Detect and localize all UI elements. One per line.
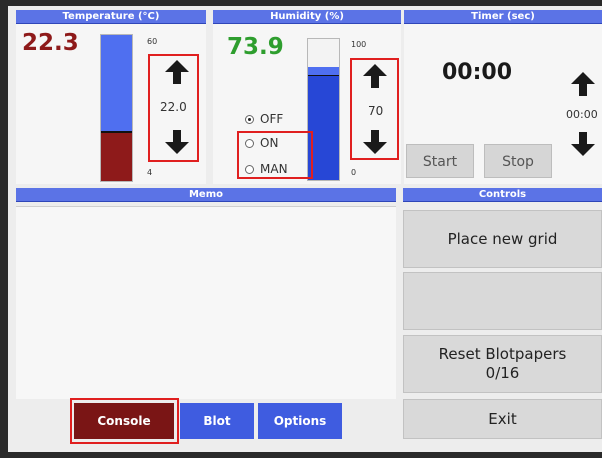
temperature-panel: 22.3 60 4 22.0 xyxy=(16,24,206,184)
timer-up-arrow-icon[interactable] xyxy=(570,70,596,98)
humidity-bar-band xyxy=(308,67,339,75)
memo-area[interactable] xyxy=(16,206,396,399)
reset-blotpapers-button[interactable]: Reset Blotpapers 0/16 xyxy=(403,335,602,393)
temperature-bar-upper xyxy=(101,35,132,132)
temperature-header: Temperature (°C) xyxy=(16,10,206,24)
place-new-grid-button[interactable]: Place new grid xyxy=(403,210,602,268)
humidity-arrows-highlight xyxy=(350,58,399,160)
humidity-mode-highlight xyxy=(237,131,313,179)
blank-control-button[interactable] xyxy=(403,272,602,330)
timer-header: Timer (sec) xyxy=(404,10,602,24)
humidity-mode-off[interactable]: OFF xyxy=(245,112,283,126)
timer-start-button[interactable]: Start xyxy=(406,144,474,178)
controls-header: Controls xyxy=(403,188,602,202)
temperature-scale-max: 60 xyxy=(147,37,158,46)
temperature-bar-level xyxy=(101,130,132,181)
humidity-header: Humidity (%) xyxy=(213,10,401,24)
tab-blot[interactable]: Blot xyxy=(180,403,254,439)
temperature-value: 22.3 xyxy=(22,30,79,56)
temperature-scale-min: 4 xyxy=(147,168,153,177)
reset-blotpapers-count: 0/16 xyxy=(485,364,520,382)
timer-panel: 00:00 00:00 Start Stop xyxy=(404,24,602,184)
temperature-bar xyxy=(100,34,133,182)
humidity-mode-off-label: OFF xyxy=(260,112,284,126)
console-tab-highlight xyxy=(70,398,179,444)
exit-button[interactable]: Exit xyxy=(403,399,602,439)
timer-down-arrow-icon[interactable] xyxy=(570,130,596,158)
humidity-value: 73.9 xyxy=(227,34,284,60)
timer-display: 00:00 xyxy=(442,60,513,85)
timer-setpoint: 00:00 xyxy=(566,108,598,121)
humidity-panel: 73.9 100 0 70 OFF ON MAN xyxy=(213,24,401,184)
humidity-scale-min: 0 xyxy=(351,168,357,177)
radio-selected-icon xyxy=(245,114,254,124)
reset-blotpapers-label: Reset Blotpapers xyxy=(438,345,567,363)
memo-header: Memo xyxy=(16,188,396,202)
tab-options[interactable]: Options xyxy=(258,403,342,439)
timer-stop-button[interactable]: Stop xyxy=(484,144,552,178)
app-screen: Temperature (°C) 22.3 60 4 22.0 Humidity… xyxy=(8,6,602,452)
temperature-arrows-highlight xyxy=(148,54,199,162)
humidity-scale-max: 100 xyxy=(351,40,367,49)
